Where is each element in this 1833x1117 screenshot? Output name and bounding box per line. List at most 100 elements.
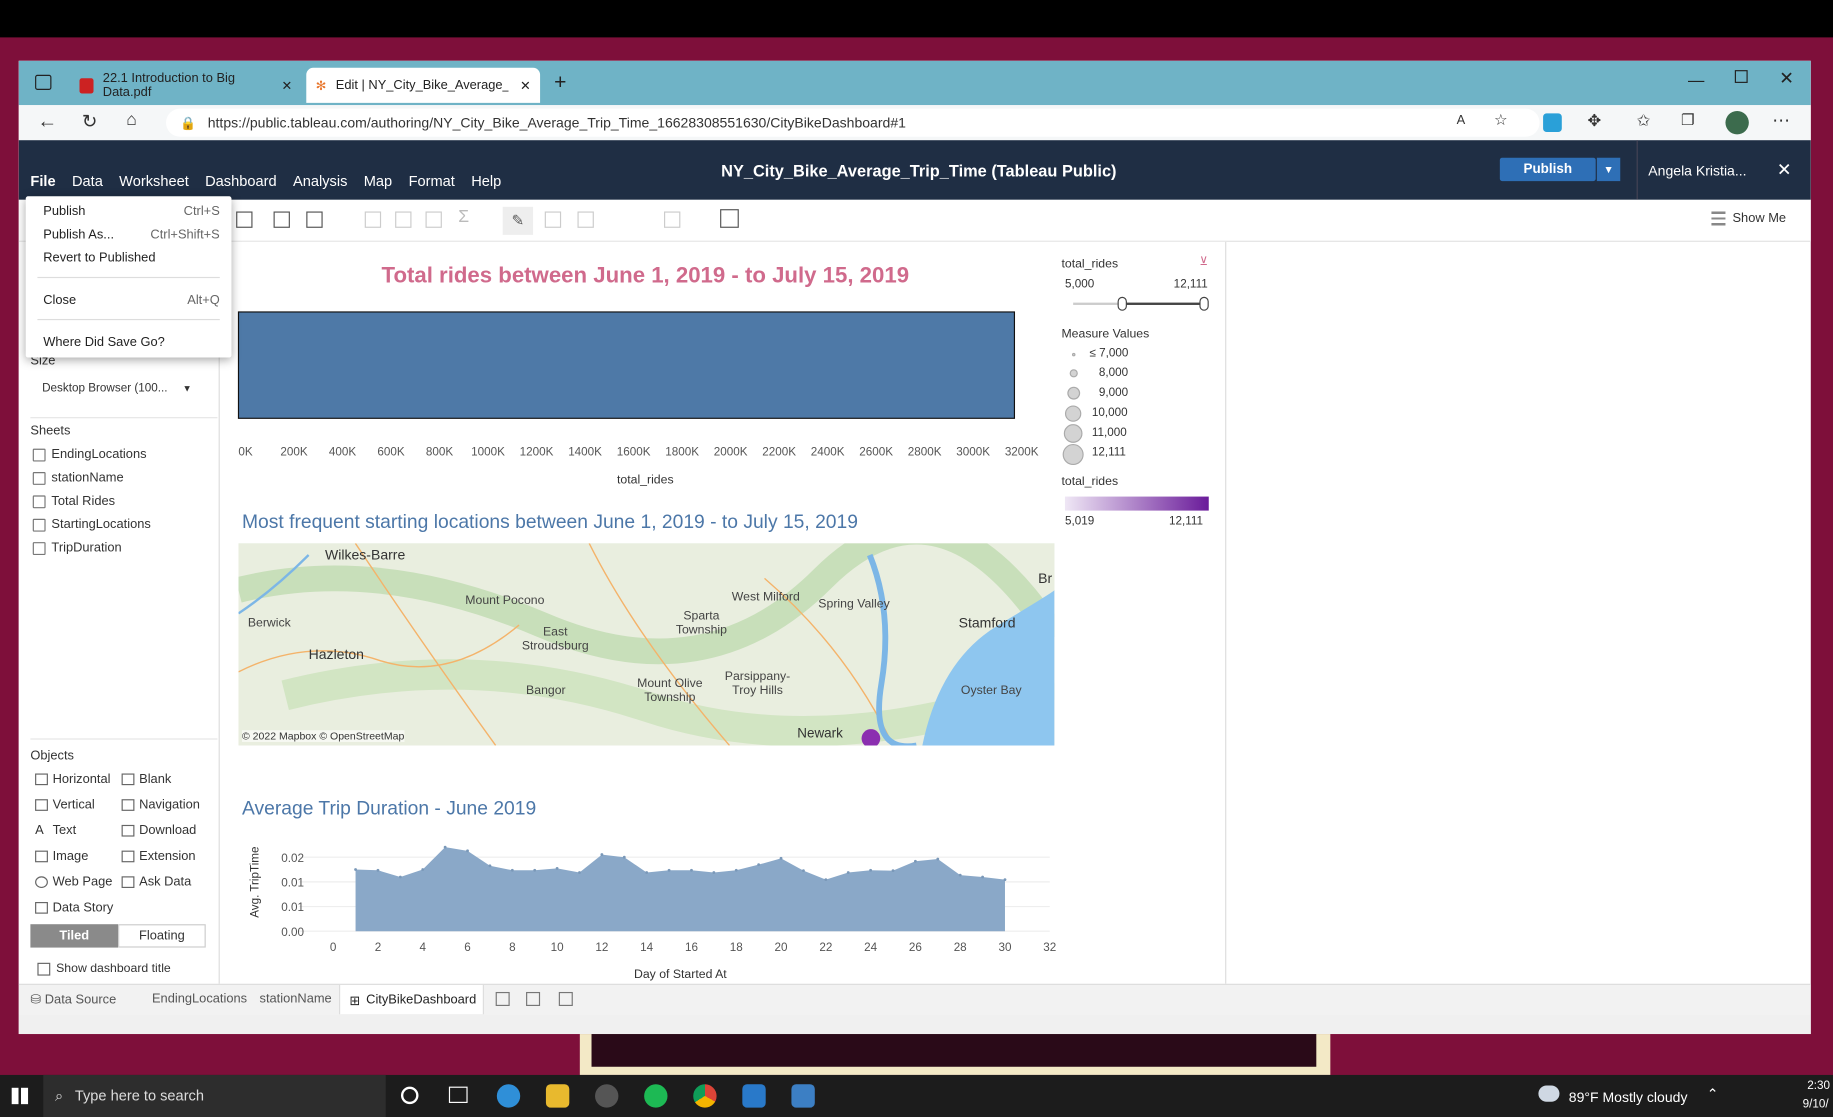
menu-analysis[interactable]: Analysis [293,173,347,189]
menu-file[interactable]: File [30,173,55,189]
sheet-item[interactable]: Total Rides [32,494,115,508]
highlight-icon[interactable]: ✎ [502,206,534,235]
area-point[interactable] [779,856,783,860]
new-tab-icon[interactable]: + [554,70,566,95]
sheet-item[interactable]: StartingLocations [32,518,151,532]
area-point[interactable] [869,868,873,872]
url-field[interactable]: 🔒 https://public.tableau.com/authoring/N… [165,108,1540,137]
close-window-icon[interactable]: ✕ [1779,68,1794,89]
area-point[interactable] [466,849,469,853]
object-extension[interactable]: Extension [121,849,196,863]
area-point[interactable] [555,867,559,870]
area-point[interactable] [757,863,761,867]
clear-filter-icon[interactable]: ⊻ [1199,256,1208,269]
area-point[interactable] [712,871,716,874]
menu-item-publish-as[interactable]: Publish As... Ctrl+Shift+S [43,228,220,242]
refresh-icon[interactable]: ↻ [82,110,98,133]
object-ask-data[interactable]: Ask Data [121,875,191,889]
new-story-icon[interactable] [558,991,573,1007]
object-download[interactable]: Download [121,824,196,838]
object-text[interactable]: A Text [35,824,76,838]
new-sheet-icon[interactable] [236,211,253,228]
edge-icon[interactable] [496,1084,521,1108]
favorite-icon[interactable]: ☆ [1494,111,1508,130]
new-worksheet-icon[interactable] [495,991,510,1007]
area-point[interactable] [645,871,649,874]
area-point[interactable] [398,875,402,879]
minimize-icon[interactable]: — [1688,70,1704,89]
clock-date[interactable]: 9/10/ [1803,1098,1829,1111]
area-point[interactable] [667,868,671,872]
show-me-button[interactable]: Show Me [1711,211,1786,226]
area-point[interactable] [510,868,514,872]
photos-icon[interactable] [791,1084,815,1108]
back-icon[interactable]: ← [37,110,57,133]
area-point[interactable] [443,845,447,849]
close-tab-icon[interactable]: ✕ [281,78,292,93]
tab-pdf[interactable]: 22.1 Introduction to Big Data.pdf ✕ [70,67,302,103]
extension-icon[interactable] [1543,113,1562,133]
area-point[interactable] [488,864,492,868]
chevron-up-icon[interactable]: ⌃ [1707,1085,1719,1101]
object-navigation[interactable]: Navigation [121,798,200,812]
file-explorer-icon[interactable] [545,1084,570,1108]
filter-slider-max-handle[interactable] [1199,296,1209,311]
publish-button[interactable]: Publish [1499,157,1596,182]
show-title-checkbox[interactable] [37,962,51,976]
object-data-story[interactable]: Data Story [35,901,113,915]
data-source-tab[interactable]: ⛁ Data Source [30,992,116,1007]
menu-item-close[interactable]: Close Alt+Q [43,293,220,307]
area-point[interactable] [1003,878,1007,882]
area-point[interactable] [824,878,828,882]
area-point[interactable] [958,873,962,877]
clear-sheet-icon[interactable] [306,211,323,228]
area-point[interactable] [600,853,604,856]
floating-toggle[interactable]: Floating [118,924,206,948]
area-point[interactable] [690,868,693,872]
chrome-icon[interactable] [693,1084,717,1108]
area-point[interactable] [846,871,850,874]
sheet-item[interactable]: TripDuration [32,541,122,555]
menu-item-where-did-save-go[interactable]: Where Did Save Go? [43,335,220,349]
more-icon[interactable]: ⋯ [1772,110,1790,131]
menu-help[interactable]: Help [471,173,501,189]
size-dropdown[interactable]: Desktop Browser (100... ▼ [42,377,192,398]
map-view[interactable]: Wilkes-Barre Mount Pocono East Stroudsbu… [238,543,1055,746]
area-point[interactable] [734,868,738,872]
puzzle-icon[interactable]: ✥ [1588,111,1602,131]
spotify-icon[interactable] [644,1084,668,1108]
tab-city-bike-dashboard[interactable]: ⊞ CityBikeDashboard [339,984,484,1016]
tab-tableau[interactable]: ✻ Edit | NY_City_Bike_Average_Trip ✕ [306,67,541,103]
read-aloud-icon[interactable]: A [1457,113,1466,127]
object-horizontal[interactable]: Horizontal [35,772,111,786]
menu-map[interactable]: Map [364,173,392,189]
menu-item-publish[interactable]: Publish Ctrl+S [43,204,220,218]
menu-item-revert[interactable]: Revert to Published [43,251,220,265]
user-name[interactable]: Angela Kristia... [1648,162,1746,178]
area-point[interactable] [421,868,425,871]
menu-format[interactable]: Format [409,173,455,189]
clock-time[interactable]: 2:30 [1807,1080,1830,1093]
tab-actions-icon[interactable] [35,74,52,90]
download-icon[interactable] [720,209,739,228]
cortana-icon[interactable] [400,1086,419,1105]
area-point[interactable] [622,855,626,859]
area-point[interactable] [802,869,805,873]
area-series[interactable] [355,847,1005,932]
filter-slider-min-handle[interactable] [1117,296,1127,311]
tiled-toggle[interactable]: Tiled [30,924,119,948]
windows-start-icon[interactable] [11,1087,29,1105]
collections-icon[interactable]: ❐ [1681,111,1695,130]
object-web-page[interactable]: Web Page [35,875,112,889]
total-rides-bar[interactable] [237,311,1016,419]
menu-worksheet[interactable]: Worksheet [119,173,189,189]
object-blank[interactable]: Blank [121,772,171,786]
taskbar-search[interactable]: ⌕ Type here to search [43,1074,386,1117]
area-point[interactable] [533,868,537,872]
area-point[interactable] [354,868,357,871]
vscode-icon[interactable] [742,1084,766,1108]
close-tab-icon[interactable]: ✕ [520,78,531,93]
home-icon[interactable]: ⌂ [126,110,137,130]
maximize-icon[interactable] [1734,70,1748,83]
area-point[interactable] [936,857,940,861]
